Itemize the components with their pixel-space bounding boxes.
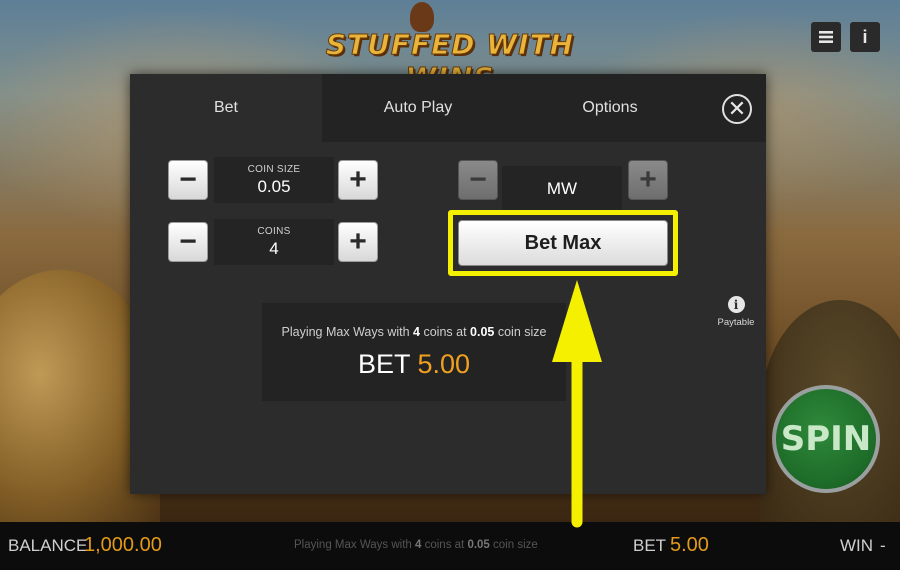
summary-prefix: Playing Max Ways with [281, 325, 414, 339]
win-label: WIN [840, 536, 874, 555]
info-button[interactable]: i [850, 22, 880, 52]
bet-total-value: 5.00 [417, 349, 471, 379]
coin-size-display: COIN SIZE 0.05 [214, 157, 334, 203]
hamburger-menu-icon[interactable] [811, 22, 841, 52]
paytable-button[interactable]: i Paytable [716, 296, 756, 328]
coin-size-label: COIN SIZE [247, 163, 301, 175]
balance-label: BALANCE [8, 536, 88, 555]
spin-label: SPIN [780, 419, 872, 459]
close-icon[interactable]: ✕ [722, 94, 752, 124]
bet-summary: Playing Max Ways with 4 coins at 0.05 co… [262, 303, 566, 401]
summary-middle: coins at [420, 325, 471, 339]
bar-bet-value: 5.00 [670, 534, 709, 556]
status-info-suffix: coin size [489, 539, 538, 551]
bet-total: BET 5.00 [262, 349, 566, 380]
bet-panel: − COIN SIZE 0.05 + − COINS 4 + − MW + Be… [130, 142, 706, 494]
balance-value: 1,000.00 [84, 534, 162, 556]
paytable-label: Paytable [717, 317, 755, 328]
coins-increase-button[interactable]: + [338, 222, 378, 262]
summary-suffix: coin size [494, 325, 547, 339]
bet-max-button[interactable]: Bet Max [458, 220, 668, 266]
spin-button[interactable]: SPIN [772, 385, 880, 493]
game-logo: STUFFED WITH WINS [325, 28, 575, 95]
ways-display: MW [502, 166, 622, 212]
tab-bet[interactable]: Bet [130, 74, 322, 142]
win-value: - [880, 536, 886, 555]
summary-coin-size: 0.05 [470, 325, 495, 339]
bet-total-label: BET [357, 349, 410, 379]
coins-decrease-button[interactable]: − [168, 222, 208, 262]
coins-label: COINS [257, 225, 291, 237]
status-info-text: Playing Max Ways with 4 coins at 0.05 co… [294, 539, 538, 551]
coins-display: COINS 4 [214, 219, 334, 265]
coin-size-value: 0.05 [257, 176, 291, 196]
tab-auto-play[interactable]: Auto Play [322, 74, 514, 142]
ways-decrease-button[interactable]: − [458, 160, 498, 200]
bar-bet-label: BET [633, 536, 667, 555]
info-icon: i [862, 26, 868, 47]
status-info-middle: coins at [421, 539, 468, 551]
summary-coins: 4 [413, 325, 420, 339]
status-bar: BALANCE 1,000.00 Playing Max Ways with 4… [0, 522, 900, 570]
bet-summary-text: Playing Max Ways with 4 coins at 0.05 co… [262, 325, 566, 339]
status-info-prefix: Playing Max Ways with [294, 539, 415, 551]
paytable-info-icon: i [727, 296, 745, 313]
tab-options[interactable]: Options [514, 74, 706, 142]
coins-value: 4 [269, 238, 279, 258]
modal-tabs: Bet Auto Play Options [130, 74, 766, 142]
ways-increase-button[interactable]: + [628, 160, 668, 200]
coin-size-increase-button[interactable]: + [338, 160, 378, 200]
hamburger-glyph [819, 31, 833, 43]
status-info-coin-size: 0.05 [467, 539, 490, 551]
coin-size-decrease-button[interactable]: − [168, 160, 208, 200]
bet-settings-modal: Bet Auto Play Options ✕ − COIN SIZE 0.05… [130, 74, 766, 494]
